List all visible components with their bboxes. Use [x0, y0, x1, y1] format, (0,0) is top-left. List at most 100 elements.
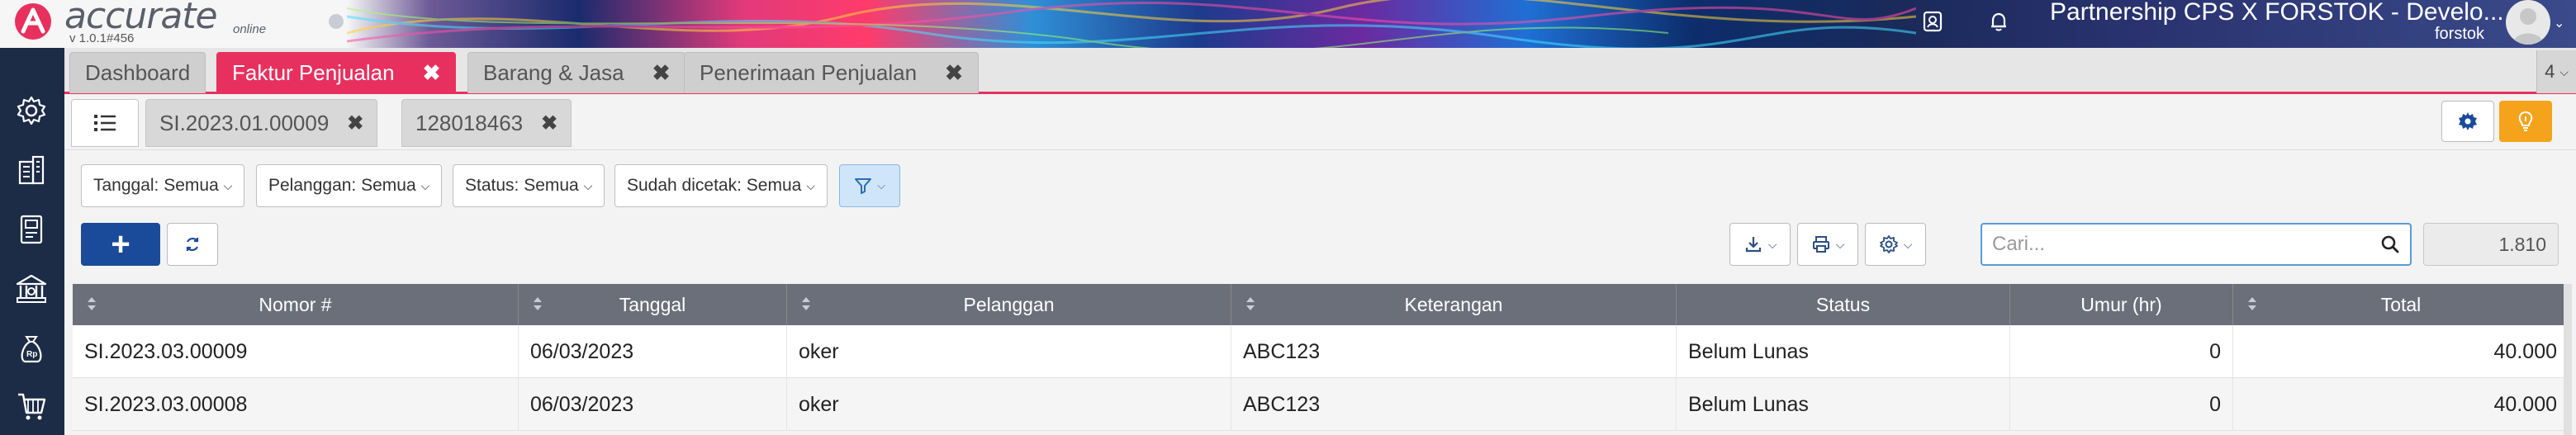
user-menu-chevron-icon[interactable]: ⌄ [2554, 15, 2564, 31]
chevron-down-icon: ⌵ [1903, 237, 1913, 251]
table-scrollbar[interactable] [2564, 284, 2572, 435]
column-header-pelanggan[interactable]: Pelanggan [787, 284, 1231, 325]
close-icon[interactable]: ✖ [423, 60, 441, 86]
list-settings-button[interactable]: ⌵ [1865, 223, 1926, 266]
cell-pelanggan: oker [787, 378, 1231, 431]
column-header-keterangan[interactable]: Keterangan [1231, 284, 1677, 325]
tab-barang-jasa[interactable]: Barang & Jasa ✖ [467, 52, 686, 93]
tab-dashboard[interactable]: Dashboard [69, 52, 206, 93]
tab-label: Barang & Jasa [483, 60, 624, 85]
cell-status: Belum Lunas [1677, 378, 2010, 431]
subtab-label: 128018463 [415, 110, 524, 135]
record-count: 1.810 [2423, 223, 2559, 266]
subtab-invoice[interactable]: SI.2023.01.00009 ✖ [145, 99, 378, 147]
filter-sudah-dicetak[interactable]: Sudah dicetak: Semua ⌵ [614, 164, 828, 207]
filter-tanggal[interactable]: Tanggal: Semua ⌵ [81, 164, 245, 207]
column-label: Umur (hr) [2080, 293, 2162, 315]
cell-umur: 0 [2010, 325, 2233, 378]
list-view-tab[interactable] [71, 99, 139, 147]
search-field[interactable] [1981, 223, 2412, 266]
close-icon[interactable]: ✖ [347, 111, 363, 135]
header-dot-icon [329, 14, 344, 29]
filter-label: Sudah dicetak: Semua [627, 176, 802, 195]
gear-icon [2459, 112, 2477, 130]
sort-icon [534, 297, 542, 310]
cell-total: 40.000 [2493, 392, 2557, 416]
chevron-down-icon: ⌵ [420, 178, 430, 192]
sort-icon [1246, 297, 1255, 310]
gear-icon [1879, 235, 1898, 253]
cell-total: 40.000 [2493, 339, 2557, 363]
user-name[interactable]: forstok [2435, 25, 2484, 44]
plus-icon: + [111, 225, 130, 262]
close-icon[interactable]: ✖ [652, 60, 671, 86]
download-button[interactable]: ⌵ [1729, 223, 1791, 266]
chevron-down-icon: ⌵ [223, 178, 233, 192]
filter-pelanggan[interactable]: Pelanggan: Semua ⌵ [256, 164, 443, 207]
chevron-down-icon: ⌵ [1835, 237, 1845, 251]
column-header-umur[interactable]: Umur (hr) [2010, 284, 2233, 325]
tab-faktur-penjualan[interactable]: Faktur Penjualan ✖ [216, 52, 457, 93]
cell-tanggal: 06/03/2023 [519, 378, 787, 431]
column-header-tanggal[interactable]: Tanggal [519, 284, 787, 325]
invoice-table: Nomor # Tanggal Pelanggan Keterangan Sta… [73, 284, 2569, 431]
search-input[interactable] [1992, 233, 2380, 256]
filter-label: Pelanggan: Semua [268, 176, 416, 195]
bank-icon[interactable] [12, 269, 51, 309]
user-avatar[interactable] [2506, 0, 2550, 45]
table-header: Nomor # Tanggal Pelanggan Keterangan Sta… [73, 284, 2569, 325]
building-icon[interactable] [12, 150, 51, 190]
search-icon[interactable] [2380, 234, 2400, 254]
tips-button[interactable] [2499, 101, 2552, 142]
table-row[interactable]: SI.2023.03.00008 06/03/2023 oker ABC123 … [73, 378, 2569, 431]
tab-penerimaan-penjualan[interactable]: Penerimaan Penjualan ✖ [684, 52, 979, 93]
chevron-down-icon: ⌵ [877, 179, 885, 191]
version-label: v 1.0.1#456 [69, 31, 135, 45]
cell-nomor: SI.2023.03.00009 [73, 325, 519, 378]
column-header-total[interactable]: Total [2233, 284, 2569, 325]
contacts-icon[interactable] [1918, 7, 1947, 36]
add-button[interactable]: + [81, 223, 160, 266]
gear-icon[interactable] [12, 91, 51, 130]
cart-icon[interactable] [12, 386, 51, 426]
cell-umur: 0 [2010, 378, 2233, 431]
download-icon [1745, 237, 1761, 253]
company-name[interactable]: Partnership CPS X FORSTOK - Develo... [2050, 0, 2504, 26]
accurate-logo-icon [15, 3, 51, 40]
settings-button[interactable] [2441, 101, 2494, 142]
table-row[interactable]: SI.2023.03.00009 06/03/2023 oker ABC123 … [73, 325, 2569, 378]
lightbulb-icon [2518, 111, 2533, 131]
filter-button[interactable]: ⌵ [839, 164, 900, 207]
sidebar: Rp [0, 48, 64, 435]
column-label: Keterangan [1404, 293, 1503, 315]
app-header: accurate online v 1.0.1#456 Partnership … [0, 0, 2576, 48]
close-icon[interactable]: ✖ [541, 111, 557, 135]
sub-tab-bar: SI.2023.01.00009 ✖ 128018463 ✖ [64, 94, 2576, 150]
chevron-down-icon: ⌵ [806, 178, 815, 192]
tab-label: Dashboard [85, 60, 191, 85]
column-header-status[interactable]: Status [1677, 284, 2010, 325]
printer-icon [1812, 236, 1829, 253]
column-label: Tanggal [619, 293, 686, 315]
column-label: Total [2380, 293, 2422, 315]
subtab-order[interactable]: 128018463 ✖ [401, 99, 572, 147]
filter-label: Tanggal: Semua [93, 176, 219, 195]
column-label: Nomor # [259, 293, 332, 315]
tab-count-label: 4 [2545, 61, 2555, 82]
money-bag-icon[interactable]: Rp [12, 329, 51, 368]
logo-subtext: online [233, 22, 267, 36]
chevron-down-icon: ⌵ [2559, 64, 2569, 78]
header-wave-decoration [347, 0, 1916, 48]
book-icon[interactable] [12, 210, 51, 249]
chevron-down-icon: ⌵ [583, 178, 593, 192]
close-icon[interactable]: ✖ [945, 60, 963, 86]
cell-nomor: SI.2023.03.00008 [73, 378, 519, 431]
refresh-button[interactable] [167, 223, 218, 266]
tab-count-dropdown[interactable]: 4 ⌵ [2536, 50, 2576, 93]
notification-bell-icon[interactable] [1984, 7, 2014, 36]
main-tab-bar: Dashboard Faktur Penjualan ✖ Barang & Ja… [64, 48, 2576, 94]
cell-keterangan: ABC123 [1231, 378, 1677, 431]
column-header-nomor[interactable]: Nomor # [73, 284, 519, 325]
print-button[interactable]: ⌵ [1797, 223, 1858, 266]
filter-status[interactable]: Status: Semua ⌵ [453, 164, 605, 207]
